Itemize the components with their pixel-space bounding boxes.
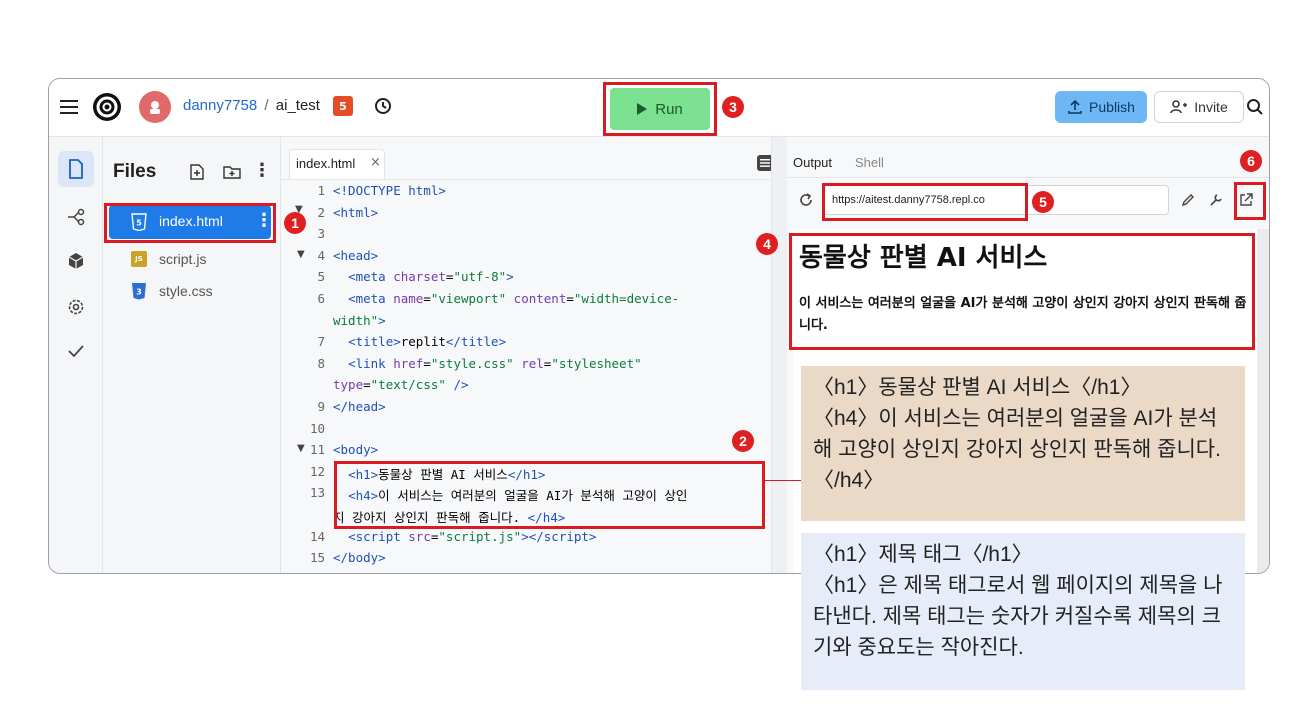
line-number: 14 [309,528,325,544]
add-user-icon [1170,100,1188,114]
code-text: <link href="style.css" rel="stylesheet" [348,355,642,371]
files-more-menu-icon[interactable]: ⋮ [253,159,271,183]
output-scrollbar[interactable] [1257,229,1269,573]
line-number: 1 [317,183,325,198]
new-folder-icon[interactable] [221,161,243,183]
project-name[interactable]: ai_test [276,97,320,114]
history-icon[interactable] [371,94,395,118]
code-text: <html> [333,204,379,220]
editor-tab[interactable]: index.html × [289,149,385,179]
breadcrumb: danny7758 / ai_test [183,97,320,114]
file-item-style-css[interactable]: 3 style.css [109,277,271,307]
tab-output[interactable]: Output [793,155,832,170]
breadcrumb-separator: / [264,97,269,114]
line-number: 7 [317,334,325,350]
file-item-label: style.css [159,283,213,299]
files-panel: Files ⋮ 5 index.html ⋮ JS script.js 3 st… [103,137,281,573]
editor-scrollbar[interactable] [771,137,787,573]
publish-button[interactable]: Publish [1055,91,1147,123]
line-number: 9 [317,399,325,414]
refresh-icon[interactable] [797,191,815,209]
tab-shell[interactable]: Shell [855,155,884,170]
line-number: 10 [309,420,325,436]
marker-1: 1 [284,212,306,234]
files-tool-icon[interactable] [58,151,94,187]
code-text: <body> [333,442,379,458]
code-text: </body> [333,550,386,566]
file-highlight-box [104,203,276,243]
line-number: 5 [317,269,325,285]
settings-gear-icon[interactable] [62,293,90,321]
output-tab-divider [787,177,1269,178]
code-text: <meta charset="utf-8"> [348,269,514,285]
close-tab-icon[interactable]: × [370,155,381,170]
marker-4: 4 [756,233,778,255]
fold-arrow-icon[interactable]: ▼ [297,443,305,454]
upload-icon [1068,99,1082,114]
git-icon[interactable] [62,203,90,231]
hamburger-menu-icon[interactable] [57,95,81,119]
line-number: 8 [317,355,325,371]
code-highlight-box [334,461,765,529]
checkmark-icon[interactable] [62,337,90,365]
left-sidebar [49,137,103,573]
marker-5: 5 [1032,191,1054,213]
line-number: 13 [309,485,325,501]
fold-arrow-icon[interactable]: ▼ [297,249,305,260]
code-text: <title>replit</title> [348,334,507,350]
output-highlight-box [789,233,1255,350]
username-link[interactable]: danny7758 [183,97,257,114]
files-title: Files [113,161,157,182]
tag-explanation-callout: 〈h1〉제목 태그〈/h1〉 〈h1〉은 제목 태그로서 웹 페이지의 제목을 … [801,533,1245,690]
packages-cube-icon[interactable] [62,247,90,275]
pencil-icon[interactable] [1179,191,1197,209]
html5-icon: 5 [333,96,353,116]
code-text: width"> [333,312,386,328]
svg-text:3: 3 [136,288,142,297]
file-item-script-js[interactable]: JS script.js [109,245,271,275]
invite-label: Invite [1194,99,1228,115]
invite-button[interactable]: Invite [1154,91,1244,123]
line-number: 12 [309,463,325,479]
replit-logo-icon[interactable] [91,91,123,123]
run-button[interactable]: Run [610,88,710,130]
file-item-label: script.js [159,251,207,267]
code-text: <meta name="viewport" content="width=dev… [348,291,680,306]
new-file-icon[interactable] [187,161,207,183]
code-text: <!DOCTYPE html> [333,183,446,198]
line-number: 15 [309,550,325,566]
css3-icon: 3 [131,281,147,301]
url-highlight-box [822,183,1028,221]
marker-6: 6 [1240,150,1262,172]
code-text: <script src="script.js"></script> [348,528,597,544]
wrench-icon[interactable] [1207,191,1225,209]
connector-line [765,480,801,481]
tab-divider [281,179,771,180]
code-text: <head> [333,247,379,263]
js-icon: JS [131,251,147,267]
marker-3: 3 [722,96,744,118]
publish-label: Publish [1089,99,1135,115]
marker-2: 2 [732,430,754,452]
open-tab-highlight-box [1234,182,1266,220]
avatar[interactable] [139,91,171,123]
play-icon [637,103,648,115]
run-label: Run [655,100,683,118]
code-text: type="text/css" /> [333,377,469,393]
top-bar: danny7758 / ai_test 5 Run Publish Invite [49,79,1269,137]
code-explanation-callout: 〈h1〉동물상 판별 AI 서비스〈/h1〉 〈h4〉이 서비스는 여러분의 얼… [801,366,1245,521]
search-icon[interactable] [1243,95,1267,119]
line-number: 6 [317,291,325,306]
editor-tab-label: index.html [296,156,356,171]
code-text: </head> [333,399,386,414]
